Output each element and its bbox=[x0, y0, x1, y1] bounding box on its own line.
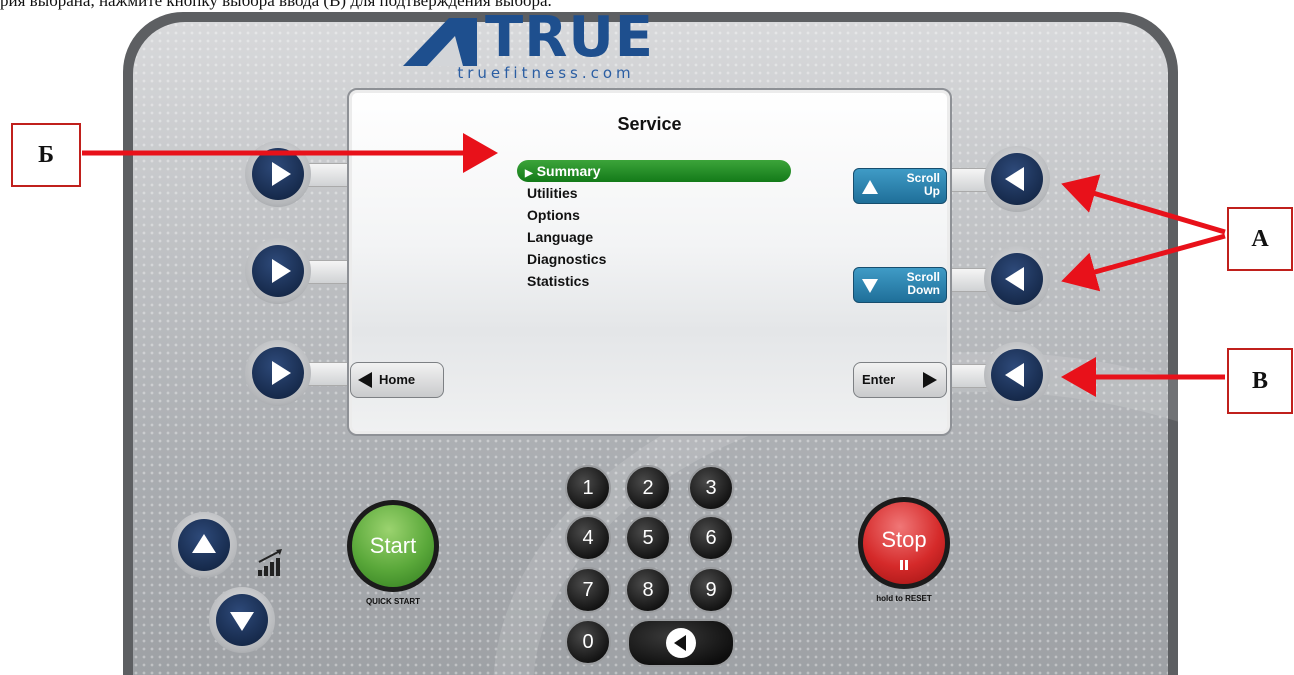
annotation-label-b: Б bbox=[11, 123, 81, 187]
annotation-label-v: В bbox=[1227, 348, 1293, 414]
annotation-arrows bbox=[82, 133, 1226, 397]
annotation-label-a: А bbox=[1227, 207, 1293, 271]
